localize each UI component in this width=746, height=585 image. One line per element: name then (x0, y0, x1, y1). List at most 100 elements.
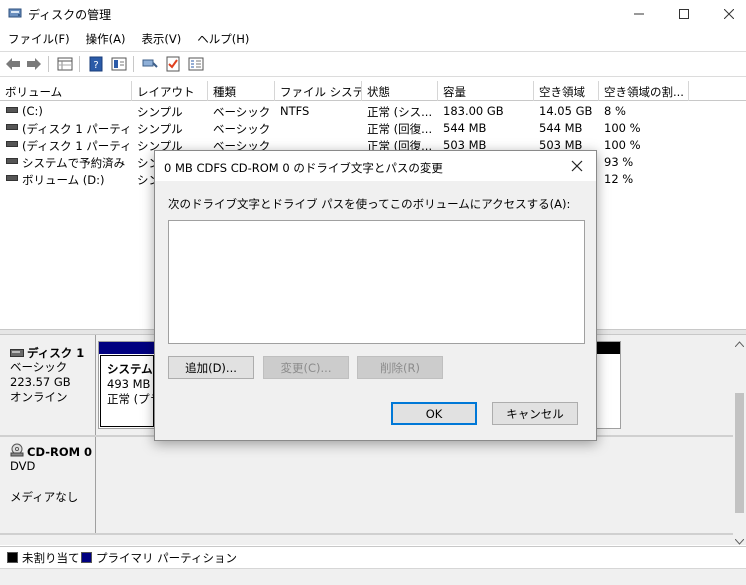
cell-capacity: 183.00 GB (443, 104, 504, 118)
disk-status: オンライン (10, 390, 68, 404)
title-bar: ディスクの管理 (0, 0, 746, 27)
partition-name: システムで (107, 362, 153, 376)
add-button[interactable]: 追加(D)... (168, 356, 254, 379)
cell-free-percent: 100 % (604, 138, 641, 152)
remove-button[interactable]: 削除(R) (357, 356, 443, 379)
menu-file[interactable]: ファイル(F) (0, 28, 78, 50)
cell-file-system: NTFS (280, 104, 310, 118)
dialog-close-icon[interactable] (569, 158, 585, 174)
cell-status: 正常 (シス... (367, 105, 433, 119)
cell-free-percent: 93 % (604, 155, 634, 169)
cell-volume: (ディスク 1 パーティシ... (22, 122, 130, 136)
cell-layout: シンプル (137, 105, 183, 119)
change-drive-letter-dialog: 0 MB CDFS CD-ROM 0 のドライブ文字とパスの変更 次のドライブ文… (154, 150, 597, 441)
toolbar-separator (79, 56, 80, 72)
disk-map-scrollbar[interactable] (733, 335, 746, 545)
toolbar: ? (0, 51, 746, 77)
column-header-free-percent[interactable]: 空き領域の割... (599, 81, 689, 101)
cell-volume: (ディスク 1 パーティシ... (22, 139, 130, 153)
disk-management-window: ディスクの管理 ファイル(F) 操作(A) 表示(V) ヘルプ(H) ? ボリュ… (0, 0, 746, 585)
legend-label-primary: プライマリ パーティション (96, 551, 237, 565)
volume-icon (6, 158, 18, 164)
column-header-file-system[interactable]: ファイル システム (275, 81, 362, 101)
volume-icon (6, 107, 18, 113)
cell-type: ベーシック (213, 105, 271, 119)
disk-management-app-icon (8, 6, 22, 20)
help-panel-icon[interactable] (109, 55, 129, 73)
connect-icon[interactable] (140, 55, 160, 73)
cell-volume: ボリューム (D:) (22, 173, 105, 187)
disk-separator (0, 533, 746, 535)
dialog-title-bar: 0 MB CDFS CD-ROM 0 のドライブ文字とパスの変更 (155, 151, 596, 181)
menu-help[interactable]: ヘルプ(H) (189, 28, 257, 50)
legend-label-unallocated: 未割り当て (22, 551, 80, 565)
dialog-title: 0 MB CDFS CD-ROM 0 のドライブ文字とパスの変更 (164, 161, 443, 175)
checklist-icon[interactable] (163, 55, 183, 73)
cell-status: 正常 (回復... (367, 122, 433, 136)
partition-system-reserved[interactable]: システムで 493 MB N 正常 (プラ (98, 341, 156, 429)
column-header-type[interactable]: 種類 (208, 81, 275, 101)
cell-file-system (280, 119, 360, 136)
ok-button[interactable]: OK (391, 402, 477, 425)
close-button[interactable] (706, 0, 746, 27)
cell-free-space: 544 MB (539, 121, 583, 135)
disk-type: ベーシック (10, 360, 68, 374)
cell-volume: システムで予約済み (22, 156, 126, 170)
unallocated-bar (596, 342, 620, 354)
disk-size: 223.57 GB (10, 375, 71, 389)
disk-1-info[interactable]: ディスク 1 ベーシック 223.57 GB オンライン (0, 335, 96, 435)
maximize-button[interactable] (661, 0, 707, 27)
cd-drive-icon (10, 443, 24, 460)
legend: 未割り当て プライマリ パーティション (0, 546, 746, 568)
table-row[interactable]: (C:) シンプル ベーシック NTFS 正常 (シス... 183.00 GB… (0, 102, 746, 119)
cdrom-0-info[interactable]: CD-ROM 0 DVD メディアなし (0, 437, 96, 533)
menu-view[interactable]: 表示(V) (133, 28, 189, 50)
disk-name: ディスク 1 (27, 346, 85, 360)
column-header-capacity[interactable]: 容量 (438, 81, 534, 101)
menu-bar: ファイル(F) 操作(A) 表示(V) ヘルプ(H) (0, 28, 746, 50)
cell-layout: シンプル (137, 122, 183, 136)
column-header-layout[interactable]: レイアウト (132, 81, 208, 101)
cell-free-space: 14.05 GB (539, 104, 593, 118)
cell-capacity: 544 MB (443, 121, 487, 135)
table-row[interactable]: (ディスク 1 パーティシ... シンプル ベーシック 正常 (回復... 54… (0, 119, 746, 136)
menu-action[interactable]: 操作(A) (78, 28, 134, 50)
help-icon[interactable]: ? (86, 55, 106, 73)
volume-list-header: ボリューム レイアウト 種類 ファイル システム 状態 容量 空き領域 空き領域… (0, 81, 746, 101)
toolbar-separator (133, 56, 134, 72)
forward-arrow-icon[interactable] (24, 55, 44, 73)
volume-icon (6, 175, 18, 181)
minimize-button[interactable] (616, 0, 662, 27)
cell-free-percent: 12 % (604, 172, 634, 186)
properties-grid-icon[interactable] (55, 55, 75, 73)
disk-type: DVD (10, 459, 36, 473)
scroll-up-icon[interactable] (734, 337, 745, 350)
partition-size: 493 MB N (107, 377, 153, 391)
legend-swatch-unallocated (7, 552, 18, 563)
legend-swatch-primary (81, 552, 92, 563)
volume-icon (6, 141, 18, 147)
status-bar (0, 568, 746, 585)
disk-status: メディアなし (10, 490, 79, 504)
dialog-description: 次のドライブ文字とドライブ パスを使ってこのボリュームにアクセスする(A): (168, 197, 571, 211)
disk-name: CD-ROM 0 (27, 444, 93, 459)
back-arrow-icon[interactable] (3, 55, 23, 73)
cell-free-percent: 8 % (604, 104, 626, 118)
column-header-status[interactable]: 状態 (362, 81, 438, 101)
drive-path-list[interactable] (168, 220, 585, 344)
hard-disk-icon (10, 347, 24, 360)
window-title: ディスクの管理 (28, 8, 112, 22)
scrollbar-thumb[interactable] (735, 393, 744, 513)
properties-icon[interactable] (186, 55, 206, 73)
svg-text:?: ? (93, 60, 98, 71)
cell-type: ベーシック (213, 122, 271, 136)
column-header-volume[interactable]: ボリューム (0, 81, 132, 101)
primary-partition-bar (99, 342, 155, 354)
change-button[interactable]: 変更(C)... (263, 356, 349, 379)
partition-state: 正常 (プラ (107, 392, 153, 406)
partition-recovery[interactable] (596, 341, 621, 429)
volume-icon (6, 124, 18, 130)
toolbar-separator (48, 56, 49, 72)
cancel-button[interactable]: キャンセル (492, 402, 578, 425)
column-header-free-space[interactable]: 空き領域 (534, 81, 599, 101)
